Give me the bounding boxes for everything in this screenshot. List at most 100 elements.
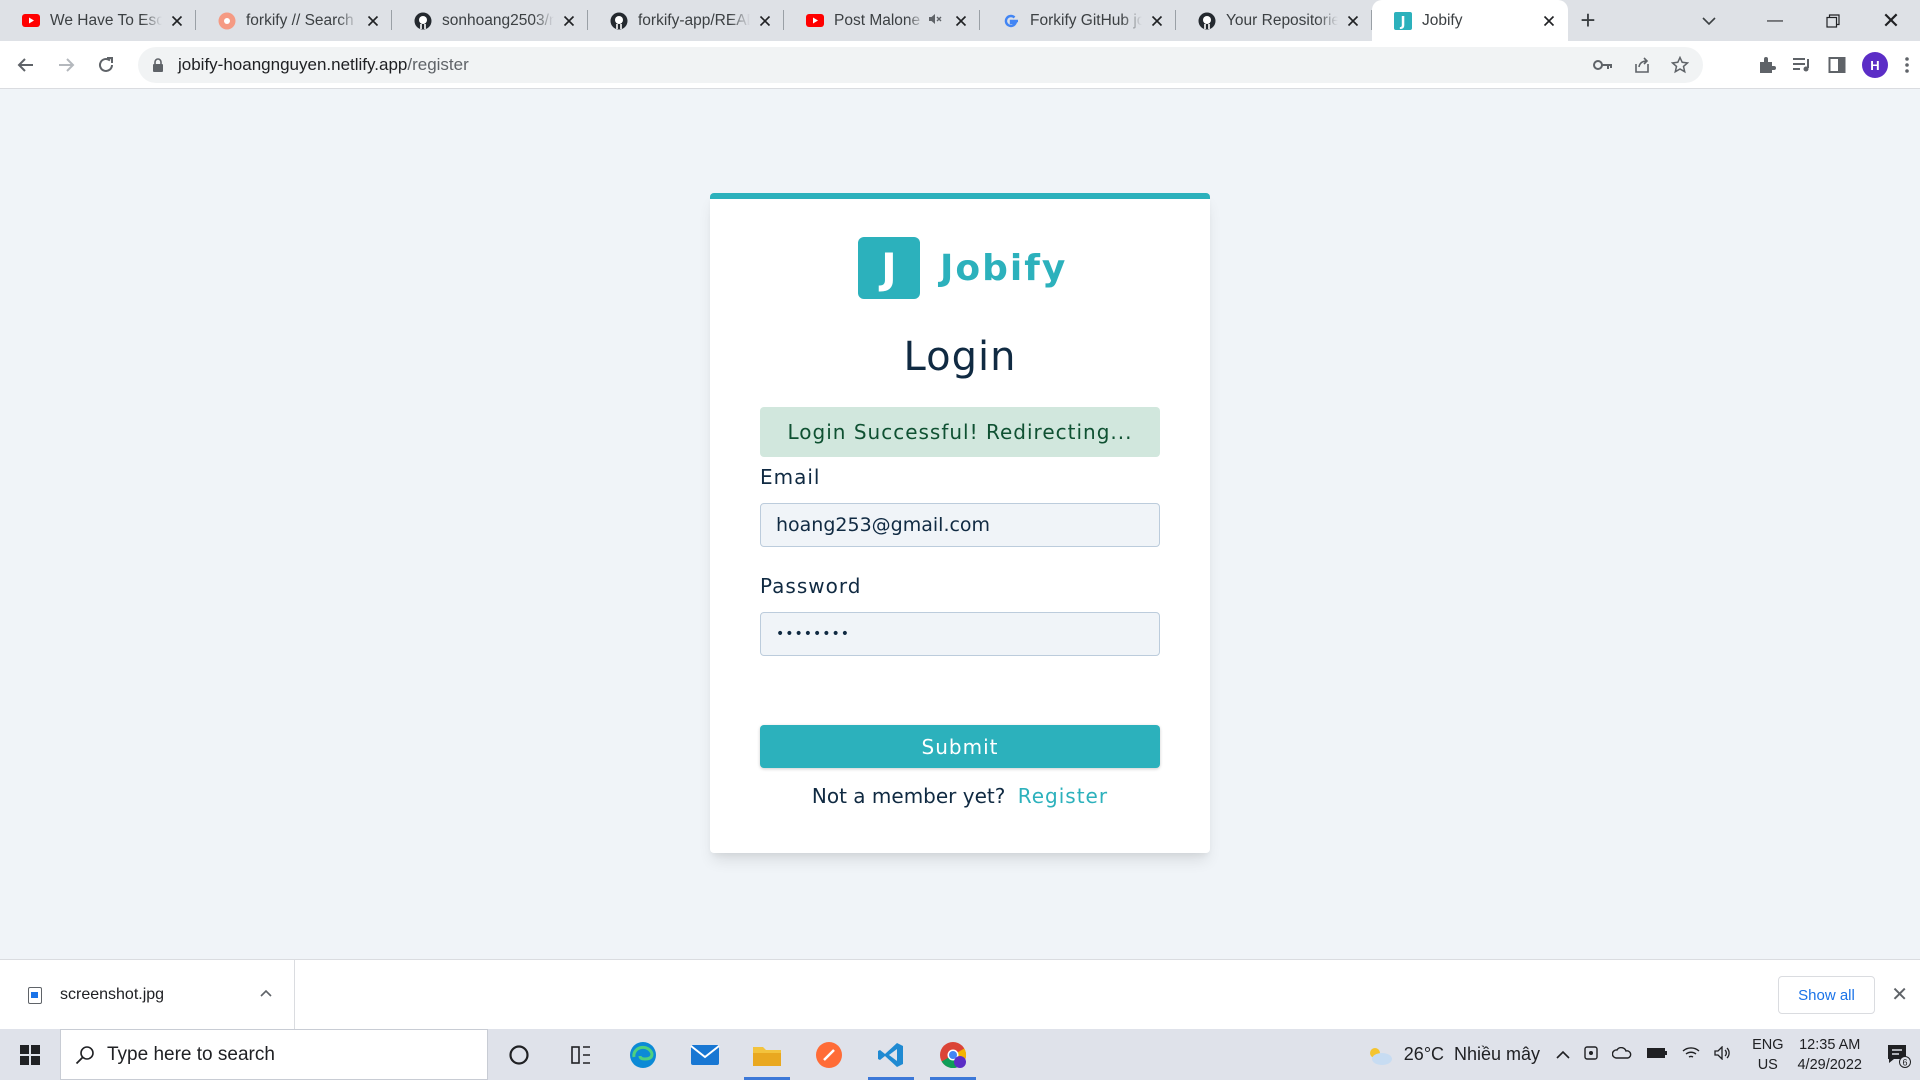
restore-icon[interactable] <box>1804 0 1862 41</box>
system-tray: 26°C Nhiều mây ENG US 12:35 AM 4/29/2022 <box>1366 1029 1920 1080</box>
browser-tab[interactable]: sonhoang2503/node <box>392 0 588 41</box>
weather-text: Nhiều mây <box>1454 1044 1541 1064</box>
taskbar-search-input[interactable]: Type here to search <box>60 1029 488 1080</box>
image-file-icon <box>28 986 42 1004</box>
page-title: Login <box>903 334 1017 380</box>
minimize-icon[interactable]: — <box>1746 0 1804 41</box>
browser-tab[interactable]: Your Repositories <box>1176 0 1372 41</box>
close-downloads-icon[interactable]: ✕ <box>1891 982 1908 1007</box>
postman-icon[interactable] <box>798 1029 860 1080</box>
chrome-icon[interactable] <box>922 1029 984 1080</box>
close-tab-icon[interactable] <box>1148 12 1166 30</box>
share-icon[interactable] <box>1633 56 1651 74</box>
muted-speaker-icon[interactable] <box>928 13 942 28</box>
tab-title: Your Repositories <box>1226 11 1338 29</box>
youtube-icon <box>22 12 40 30</box>
close-tab-icon[interactable] <box>1344 12 1362 30</box>
vscode-icon[interactable] <box>860 1029 922 1080</box>
logo-text: Jobify <box>940 247 1068 289</box>
tab-title: forkify-app/README <box>638 11 750 29</box>
new-tab-button[interactable]: + <box>1568 0 1608 41</box>
browser-tab[interactable]: Forkify GitHub jonas <box>980 0 1176 41</box>
file-explorer-icon[interactable] <box>736 1029 798 1080</box>
battery-icon[interactable] <box>1646 1046 1668 1063</box>
volume-icon[interactable] <box>1714 1044 1732 1064</box>
tab-strip: We Have To Escape forkify // Search over s… <box>0 0 1920 41</box>
login-form: J Jobify Login Login Successful! Redirec… <box>710 193 1210 853</box>
reload-icon[interactable] <box>86 45 126 85</box>
browser-tab[interactable]: We Have To Escape <box>0 0 196 41</box>
wifi-icon[interactable] <box>1682 1046 1700 1064</box>
notification-center-icon[interactable]: 6 <box>1876 1029 1920 1080</box>
menu-icon[interactable] <box>1904 56 1910 74</box>
tab-title: Forkify GitHub jonas <box>1030 11 1142 29</box>
temperature: 26°C <box>1403 1044 1445 1064</box>
member-prompt: Not a member yet? Register <box>710 784 1210 808</box>
download-item[interactable]: screenshot.jpg <box>0 960 295 1030</box>
edge-icon[interactable] <box>612 1029 674 1080</box>
success-alert: Login Successful! Redirecting... <box>760 407 1160 457</box>
github-icon <box>610 12 628 30</box>
forkify-icon <box>218 12 236 30</box>
clock[interactable]: 12:35 AM 4/29/2022 <box>1797 1035 1862 1075</box>
logo: J Jobify <box>858 237 1067 299</box>
browser-tab[interactable]: forkify-app/README <box>588 0 784 41</box>
downloads-bar: screenshot.jpg Show all ✕ <box>0 959 1920 1030</box>
close-tab-icon[interactable] <box>756 12 774 30</box>
close-tab-icon[interactable] <box>952 12 970 30</box>
url-text: jobify-hoangnguyen.netlify.app/register <box>178 55 469 74</box>
extensions-icon[interactable] <box>1758 56 1776 74</box>
browser-tab[interactable]: forkify // Search over <box>196 0 392 41</box>
language-indicator[interactable]: ENG US <box>1752 1035 1783 1075</box>
browser-toolbar: jobify-hoangnguyen.netlify.app/register … <box>0 41 1920 89</box>
password-label: Password <box>760 574 862 598</box>
tab-title: We Have To Escape <box>50 11 162 29</box>
close-window-icon[interactable]: ✕ <box>1862 0 1920 41</box>
member-text: Not a member yet? <box>811 784 1006 808</box>
address-bar[interactable]: jobify-hoangnguyen.netlify.app/register <box>138 47 1703 83</box>
key-icon[interactable] <box>1593 59 1613 71</box>
page-content: J Jobify Login Login Successful! Redirec… <box>0 89 1920 959</box>
bookmark-star-icon[interactable] <box>1671 56 1689 74</box>
close-tab-icon[interactable] <box>364 12 382 30</box>
chevron-up-icon[interactable] <box>260 984 272 1000</box>
browser-tab[interactable]: J Jobify <box>1372 0 1568 41</box>
side-panel-icon[interactable] <box>1828 56 1846 74</box>
meet-now-icon[interactable] <box>1584 1045 1598 1065</box>
tab-title: Jobify <box>1422 11 1463 29</box>
svg-text:J: J <box>1400 15 1406 30</box>
search-icon <box>75 1045 94 1064</box>
weather-widget[interactable]: 26°C Nhiều mây <box>1366 1044 1540 1066</box>
task-view-icon[interactable] <box>550 1029 612 1080</box>
tab-search-icon[interactable] <box>1691 0 1727 41</box>
logo-mark: J <box>858 237 920 299</box>
close-tab-icon[interactable] <box>1540 12 1558 30</box>
register-link[interactable]: Register <box>1018 784 1108 808</box>
submit-button[interactable]: Submit <box>760 725 1160 768</box>
browser-tab[interactable]: Post Malone <box>784 0 980 41</box>
onedrive-icon[interactable] <box>1611 1046 1632 1063</box>
date: 4/29/2022 <box>1797 1056 1862 1073</box>
email-field[interactable]: hoang253@gmail.com <box>760 503 1160 547</box>
taskbar-search-placeholder: Type here to search <box>107 1043 275 1065</box>
profile-avatar[interactable]: H <box>1862 52 1888 78</box>
windows-start-icon[interactable] <box>0 1029 60 1080</box>
mail-icon[interactable] <box>674 1029 736 1080</box>
lock-icon <box>153 58 163 72</box>
tab-list: We Have To Escape forkify // Search over s… <box>0 0 1568 41</box>
media-control-icon[interactable] <box>1792 57 1812 73</box>
close-tab-icon[interactable] <box>560 12 578 30</box>
svg-text:6: 6 <box>1902 1057 1907 1067</box>
time: 12:35 AM <box>1799 1036 1861 1053</box>
taskbar: Type here to search 26°C Nhiều mây ENG U… <box>0 1029 1920 1080</box>
github-icon <box>414 12 432 30</box>
password-field[interactable]: •••••••• <box>760 612 1160 656</box>
window-controls: — ✕ <box>1746 0 1920 41</box>
tab-title: sonhoang2503/node <box>442 11 554 29</box>
close-tab-icon[interactable] <box>168 12 186 30</box>
chevron-up-tray-icon[interactable] <box>1556 1046 1570 1063</box>
show-all-button[interactable]: Show all <box>1778 976 1875 1014</box>
cortana-icon[interactable] <box>488 1029 550 1080</box>
forward-icon[interactable] <box>46 45 86 85</box>
back-icon[interactable] <box>6 45 46 85</box>
